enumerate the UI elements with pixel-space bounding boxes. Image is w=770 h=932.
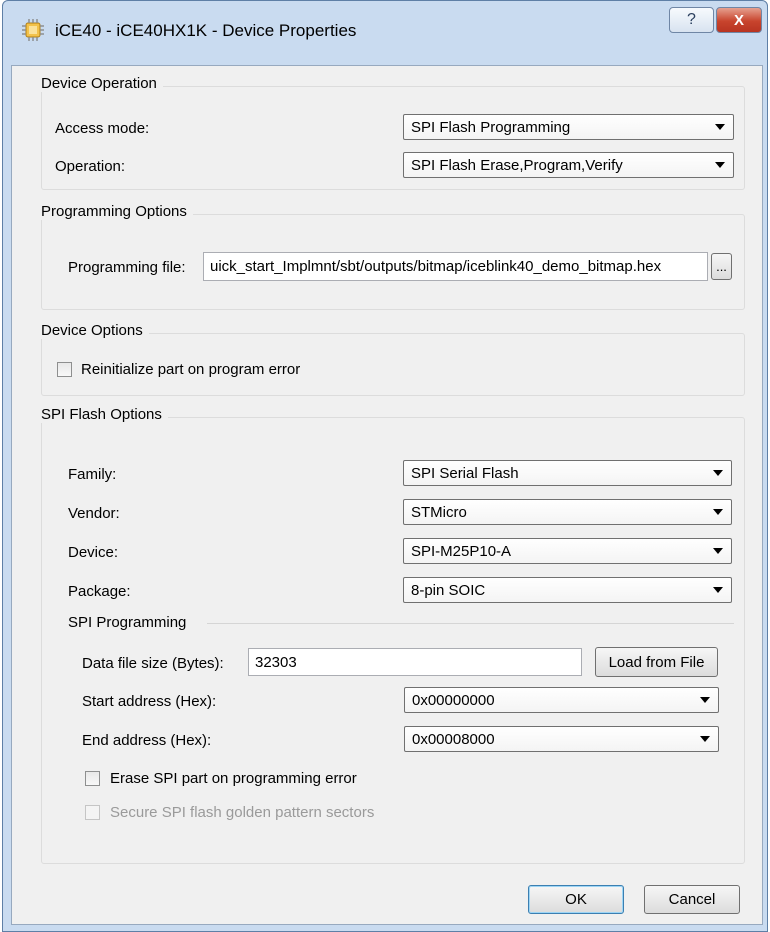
- chevron-down-icon: [713, 548, 723, 554]
- vendor-value: STMicro: [411, 503, 467, 521]
- section-divider: [207, 623, 734, 624]
- data-file-size-input[interactable]: 32303: [248, 648, 582, 676]
- operation-value: SPI Flash Erase,Program,Verify: [411, 156, 623, 174]
- data-file-size-label: Data file size (Bytes):: [82, 655, 224, 672]
- package-value: 8-pin SOIC: [411, 581, 486, 599]
- start-address-value: 0x00000000: [412, 691, 495, 709]
- help-icon: ?: [687, 11, 696, 28]
- chevron-down-icon: [700, 697, 710, 703]
- end-address-label: End address (Hex):: [82, 732, 212, 749]
- end-address-value: 0x00008000: [412, 730, 495, 748]
- device-operation-title: Device Operation: [41, 75, 163, 92]
- access-mode-label: Access mode:: [55, 120, 150, 137]
- data-file-size-value: 32303: [255, 653, 297, 671]
- programming-file-input[interactable]: uick_start_Implmnt/sbt/outputs/bitmap/ic…: [203, 252, 708, 281]
- reinitialize-label[interactable]: Reinitialize part on program error: [81, 361, 300, 378]
- chevron-down-icon: [715, 124, 725, 130]
- spi-flash-options-group: SPI Flash Options Family: SPI Serial Fla…: [41, 406, 745, 864]
- secure-spi-checkbox[interactable]: [85, 805, 100, 820]
- family-value: SPI Serial Flash: [411, 464, 519, 482]
- dialog-client-area: Device Operation Access mode: SPI Flash …: [11, 65, 763, 925]
- close-icon: X: [733, 11, 744, 29]
- erase-spi-label[interactable]: Erase SPI part on programming error: [110, 770, 357, 787]
- cancel-label: Cancel: [668, 891, 716, 908]
- operation-select[interactable]: SPI Flash Erase,Program,Verify: [403, 152, 734, 178]
- programming-file-value: uick_start_Implmnt/sbt/outputs/bitmap/ic…: [210, 258, 662, 275]
- programming-file-label: Programming file:: [68, 259, 186, 276]
- family-select[interactable]: SPI Serial Flash: [403, 460, 732, 486]
- package-label: Package:: [68, 583, 131, 600]
- access-mode-value: SPI Flash Programming: [411, 118, 571, 136]
- end-address-select[interactable]: 0x00008000: [404, 726, 719, 752]
- window-title: iCE40 - iCE40HX1K - Device Properties: [55, 21, 357, 40]
- chip-icon: [22, 19, 44, 41]
- device-operation-group: Device Operation Access mode: SPI Flash …: [41, 75, 745, 190]
- spi-flash-options-title: SPI Flash Options: [41, 406, 168, 423]
- programming-options-title: Programming Options: [41, 203, 193, 220]
- browse-file-button[interactable]: ...: [711, 253, 732, 280]
- device-options-title: Device Options: [41, 322, 149, 339]
- ok-label: OK: [565, 891, 587, 908]
- device-select[interactable]: SPI-M25P10-A: [403, 538, 732, 564]
- reinitialize-checkbox[interactable]: [57, 362, 72, 377]
- start-address-select[interactable]: 0x00000000: [404, 687, 719, 713]
- help-button[interactable]: ?: [669, 7, 714, 33]
- secure-spi-label: Secure SPI flash golden pattern sectors: [110, 804, 375, 821]
- title-bar[interactable]: iCE40 - iCE40HX1K - Device Properties ? …: [3, 1, 767, 65]
- vendor-label: Vendor:: [68, 505, 120, 522]
- package-select[interactable]: 8-pin SOIC: [403, 577, 732, 603]
- chevron-down-icon: [700, 736, 710, 742]
- dialog-window: iCE40 - iCE40HX1K - Device Properties ? …: [2, 0, 768, 932]
- chevron-down-icon: [713, 509, 723, 515]
- programming-options-group: Programming Options Programming file: ui…: [41, 203, 745, 310]
- browse-label: ...: [716, 259, 727, 274]
- chevron-down-icon: [713, 470, 723, 476]
- operation-label: Operation:: [55, 158, 126, 175]
- close-button[interactable]: X: [716, 7, 762, 33]
- chevron-down-icon: [715, 162, 725, 168]
- device-value: SPI-M25P10-A: [411, 542, 512, 560]
- vendor-select[interactable]: STMicro: [403, 499, 732, 525]
- load-from-file-label: Load from File: [608, 653, 705, 671]
- cancel-button[interactable]: Cancel: [644, 885, 740, 914]
- load-from-file-button[interactable]: Load from File: [595, 647, 718, 677]
- access-mode-select[interactable]: SPI Flash Programming: [403, 114, 734, 140]
- family-label: Family:: [68, 466, 117, 483]
- erase-spi-checkbox[interactable]: [85, 771, 100, 786]
- device-label: Device:: [68, 544, 119, 561]
- start-address-label: Start address (Hex):: [82, 693, 217, 710]
- chevron-down-icon: [713, 587, 723, 593]
- ok-button[interactable]: OK: [528, 885, 624, 914]
- spi-programming-title: SPI Programming: [68, 614, 187, 631]
- device-options-group: Device Options Reinitialize part on prog…: [41, 322, 745, 396]
